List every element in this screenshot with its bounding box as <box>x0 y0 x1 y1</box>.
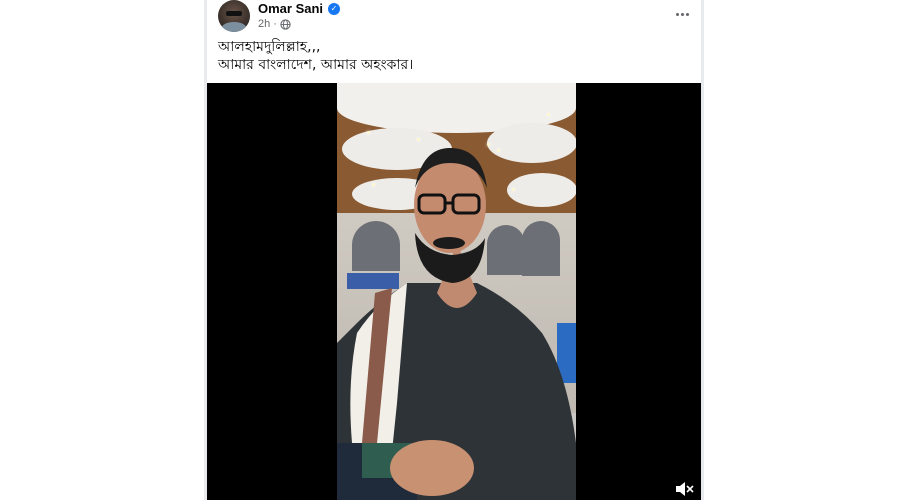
video-player[interactable] <box>207 83 701 500</box>
globe-icon[interactable] <box>280 18 291 30</box>
author-name[interactable]: Omar Sani <box>258 1 323 16</box>
post-time[interactable]: 2h <box>258 18 270 30</box>
author-row: Omar Sani ✓ <box>258 1 341 16</box>
facebook-post: Omar Sani ✓ 2h · আলহামদুলিল্লাহ,,, আমার … <box>207 0 701 500</box>
author-avatar[interactable] <box>218 0 250 32</box>
meta-separator: · <box>273 18 277 30</box>
post-caption: আলহামদুলিল্লাহ,,, আমার বাংলাদেশ, আমার অহ… <box>218 38 413 74</box>
post-header: Omar Sani ✓ 2h · <box>207 0 701 36</box>
verified-badge-icon: ✓ <box>328 2 341 15</box>
caption-line-1: আলহামদুলিল্লাহ,,, <box>218 39 321 55</box>
feed-divider-right <box>701 0 704 500</box>
speaker-muted-icon[interactable] <box>674 481 694 497</box>
post-meta: 2h · <box>258 18 291 30</box>
man-in-video <box>337 148 576 500</box>
avatar-shirt <box>221 22 247 32</box>
video-frame <box>337 83 576 500</box>
more-options-icon[interactable] <box>669 4 695 24</box>
caption-line-2: আমার বাংলাদেশ, আমার অহংকার। <box>218 57 414 73</box>
avatar-sunglasses <box>226 11 242 16</box>
